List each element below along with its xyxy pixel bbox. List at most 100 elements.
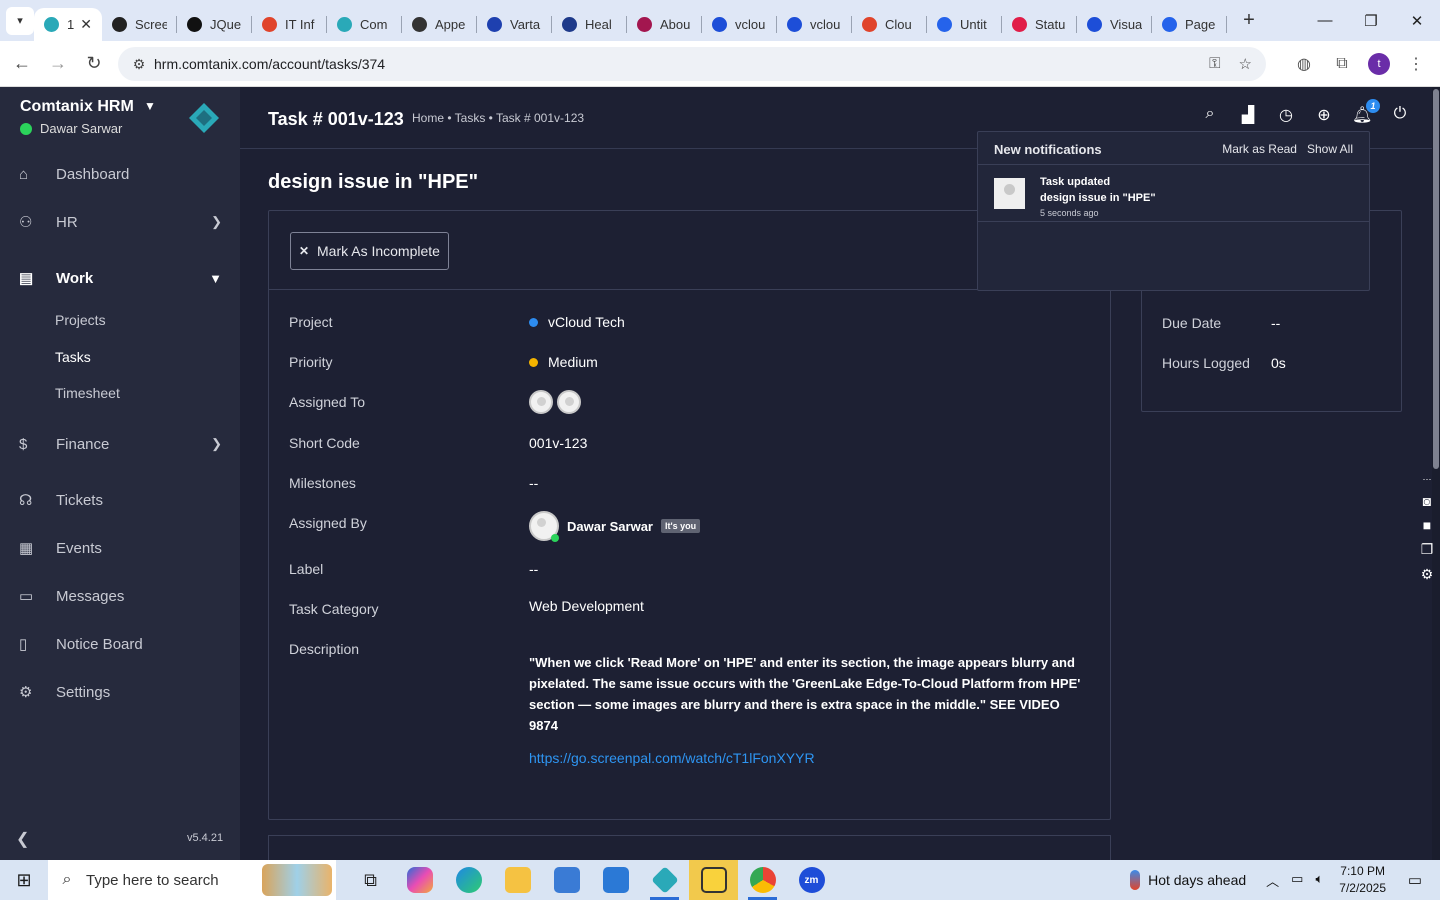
mark-as-read-link[interactable]: Mark as Read: [1222, 142, 1297, 156]
chevron-down-icon[interactable]: ▼: [144, 99, 156, 113]
sidebar-item-notice-board[interactable]: ▯ Notice Board: [0, 629, 240, 659]
copilot-icon[interactable]: [395, 860, 444, 900]
extensions-icon[interactable]: ⧉: [1330, 55, 1354, 73]
zoom-icon[interactable]: zm: [787, 860, 836, 900]
sidebar-item-finance[interactable]: $ Finance ❯: [0, 429, 240, 459]
project-value[interactable]: vCloud Tech: [529, 314, 625, 330]
chevron-up-icon[interactable]: ︿: [1266, 871, 1279, 890]
system-clock[interactable]: 7:10 PM 7/2/2025: [1339, 863, 1386, 897]
maximize-button[interactable]: ❐: [1348, 12, 1394, 30]
store-icon[interactable]: [542, 860, 591, 900]
browser-tab[interactable]: Untit: [927, 8, 1002, 41]
browser-tab[interactable]: Clou: [852, 8, 927, 41]
sidebar-item-messages[interactable]: ▭ Messages: [0, 581, 240, 611]
close-window-button[interactable]: ✕: [1394, 12, 1440, 30]
browser-tab[interactable]: Scree: [102, 8, 177, 41]
minimize-button[interactable]: —: [1302, 12, 1348, 29]
avatar[interactable]: [557, 390, 581, 414]
short-code-label: Short Code: [289, 435, 360, 451]
sidebar-subitem-projects[interactable]: Projects: [55, 312, 106, 328]
add-circle-icon[interactable]: ⊕: [1314, 105, 1334, 125]
video-link[interactable]: https://go.screenpal.com/watch/cT1lFonXY…: [529, 750, 815, 766]
page-title: Task # 001v-123: [268, 109, 404, 129]
bookmark-star-icon[interactable]: ☆: [1239, 55, 1252, 73]
users-icon: ⚇: [19, 214, 33, 231]
browser-tab[interactable]: Varta: [477, 8, 552, 41]
collapse-sidebar-icon[interactable]: ❮: [16, 829, 29, 849]
project-name[interactable]: vCloud Tech: [548, 314, 625, 330]
taskbar-search[interactable]: ⌕ Type here to search: [48, 860, 336, 900]
chrome-icon[interactable]: [738, 860, 787, 900]
camera-icon[interactable]: ◙: [1423, 493, 1431, 509]
power-icon[interactable]: ⏻: [1390, 105, 1410, 125]
weather-widget[interactable]: Hot days ahead: [1130, 870, 1246, 890]
volume-icon[interactable]: 🔈︎: [1315, 871, 1323, 890]
edge-icon[interactable]: [444, 860, 493, 900]
mail-icon[interactable]: [591, 860, 640, 900]
browser-tab[interactable]: Visua: [1077, 8, 1152, 41]
back-button[interactable]: ←: [4, 53, 40, 74]
browser-tab[interactable]: JQue: [177, 8, 252, 41]
browser-tab[interactable]: Heal: [552, 8, 627, 41]
browser-tab[interactable]: vclou: [777, 8, 852, 41]
browser-tab[interactable]: vclou: [702, 8, 777, 41]
sidebar-item-work[interactable]: ▤ Work ▼: [0, 263, 240, 293]
assigned-by-name[interactable]: Dawar Sarwar: [567, 519, 653, 534]
sidebar-item-tickets[interactable]: ☊ Tickets: [0, 485, 240, 515]
tab-title: Varta: [510, 17, 541, 32]
browser-tab[interactable]: Appe: [402, 8, 477, 41]
sticky-notes-icon[interactable]: [689, 860, 738, 900]
comtanix-app-icon[interactable]: [640, 860, 689, 900]
new-tab-button[interactable]: +: [1235, 9, 1263, 32]
sidebar-item-label: Notice Board: [56, 635, 143, 653]
task-heading: design issue in "HPE": [268, 171, 479, 193]
gear-icon[interactable]: ⚙: [1421, 566, 1434, 583]
brand-name[interactable]: Comtanix HRM: [20, 98, 134, 116]
mark-incomplete-button[interactable]: ✕ Mark As Incomplete: [290, 232, 449, 270]
browser-tab[interactable]: 1 ✕: [34, 8, 102, 41]
omnibox[interactable]: ⚙ hrm.comtanix.com/account/tasks/374 ⚿ ☆: [118, 47, 1266, 81]
scrollbar-thumb[interactable]: [1433, 89, 1439, 469]
browser-tab[interactable]: Page: [1152, 8, 1227, 41]
browser-menu-icon[interactable]: ⋮: [1404, 54, 1428, 74]
translate-icon[interactable]: ◍: [1292, 54, 1316, 74]
browser-tab[interactable]: Abou: [627, 8, 702, 41]
priority-color-dot: [529, 357, 538, 367]
browser-tab[interactable]: Statu: [1002, 8, 1077, 41]
avatar[interactable]: [529, 390, 553, 414]
password-key-icon[interactable]: ⚿: [1209, 55, 1220, 73]
sidebar-item-settings[interactable]: ⚙ Settings: [0, 677, 240, 707]
network-icon[interactable]: ▭: [1291, 871, 1303, 890]
sidebar-subitem-timesheet[interactable]: Timesheet: [55, 385, 120, 401]
sidebar-subitem-tasks[interactable]: Tasks: [55, 349, 91, 365]
task-view-icon[interactable]: ⧉: [346, 860, 395, 900]
notification-item[interactable]: Task updated design issue in "HPE" 5 sec…: [978, 165, 1369, 222]
close-tab-icon[interactable]: ✕: [80, 16, 92, 33]
file-explorer-icon[interactable]: [493, 860, 542, 900]
tab-favicon-icon: [337, 17, 352, 32]
windows-icon[interactable]: ❐: [1421, 541, 1434, 558]
show-all-link[interactable]: Show All: [1307, 142, 1353, 156]
forward-button[interactable]: →: [40, 53, 76, 74]
bell-icon[interactable]: 🔔︎ 1: [1352, 99, 1380, 125]
more-tools-icon[interactable]: ⋯: [1423, 474, 1432, 485]
sticky-note-icon[interactable]: ▟: [1238, 105, 1258, 125]
site-info-icon[interactable]: ⚙: [124, 56, 154, 73]
breadcrumb[interactable]: Home • Tasks • Task # 001v-123: [412, 111, 584, 125]
browser-tab[interactable]: Com: [327, 8, 402, 41]
search-icon[interactable]: ⌕: [1200, 105, 1220, 125]
video-camera-icon[interactable]: ■: [1423, 517, 1431, 533]
windows-start-icon[interactable]: ⊞: [0, 870, 48, 891]
tab-title: Page: [1185, 17, 1216, 32]
sidebar-item-hr[interactable]: ⚇ HR ❯: [0, 207, 240, 237]
action-center-icon[interactable]: ▭: [1400, 871, 1430, 889]
browser-tab[interactable]: IT Inf: [252, 8, 327, 41]
sidebar-item-dashboard[interactable]: ⌂ Dashboard: [0, 159, 240, 189]
tab-search-button[interactable]: ▾: [6, 6, 34, 35]
notifications-dropdown: New notifications Mark as Read Show All …: [977, 131, 1370, 291]
profile-avatar[interactable]: t: [1368, 53, 1390, 75]
url-text[interactable]: hrm.comtanix.com/account/tasks/374: [154, 56, 385, 72]
clock-icon[interactable]: ◷: [1276, 105, 1296, 125]
sidebar-item-events[interactable]: ▦ Events: [0, 533, 240, 563]
reload-button[interactable]: ↻: [76, 53, 112, 74]
